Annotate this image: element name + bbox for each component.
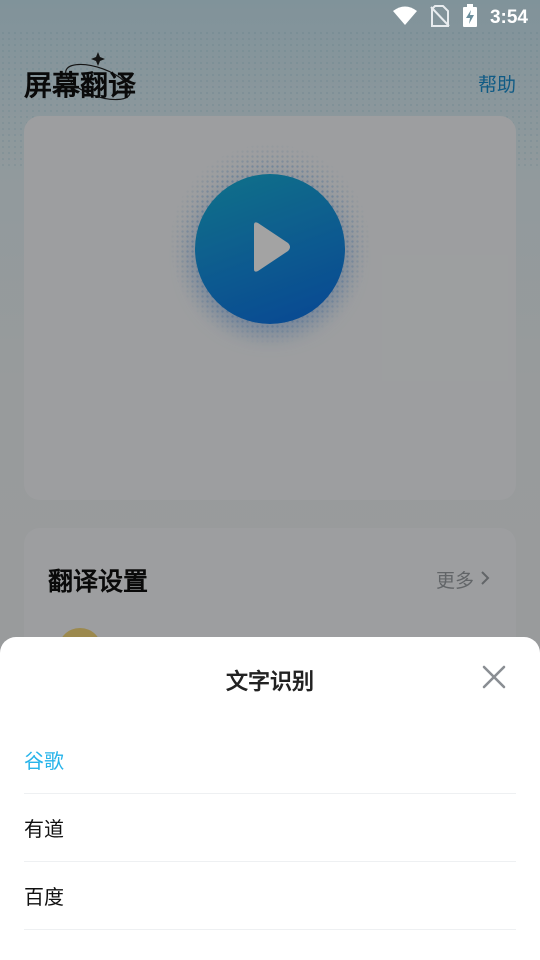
close-icon	[482, 665, 506, 693]
option-baidu[interactable]: 百度	[24, 862, 516, 930]
option-google[interactable]: 谷歌	[24, 726, 516, 794]
option-list: 谷歌 有道 百度	[24, 726, 516, 930]
option-youdao[interactable]: 有道	[24, 794, 516, 862]
status-time: 3:54	[489, 7, 528, 28]
ocr-engine-sheet: 文字识别 谷歌 有道 百度	[0, 637, 540, 960]
sheet-title: 文字识别	[225, 670, 314, 695]
status-bar: 3:54	[0, 0, 540, 36]
no-sim-icon	[430, 5, 450, 31]
close-button[interactable]	[481, 665, 507, 693]
status-icons: 3:54	[392, 4, 528, 32]
wifi-icon	[392, 6, 418, 30]
battery-charging-icon	[462, 4, 478, 32]
